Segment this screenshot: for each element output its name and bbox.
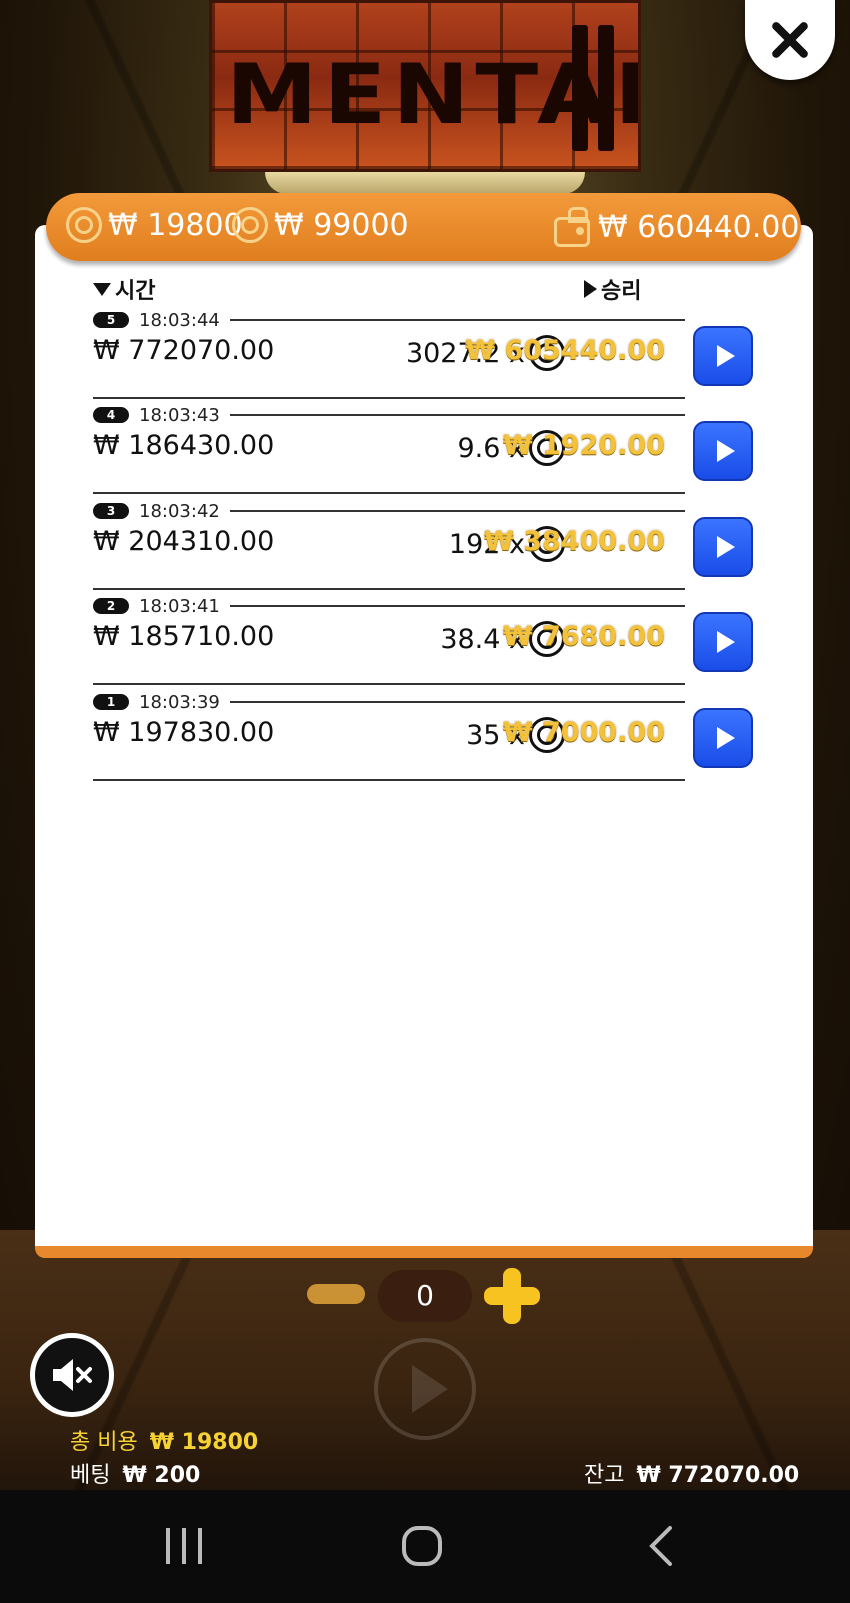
win-column-label: 승리 (601, 279, 642, 304)
row-bet: ₩ 197830.00 (93, 717, 275, 748)
speaker-muted-icon (53, 1359, 92, 1391)
replay-button[interactable] (693, 326, 753, 386)
replay-button[interactable] (693, 708, 753, 768)
history-row: 2 18:03:41 ₩ 185710.00 38.4 x ₩ 7680.00 (93, 595, 753, 691)
coin-icon (66, 207, 102, 243)
wallet-value: ₩ 660440.00 (598, 209, 800, 245)
history-row: 1 18:03:39 ₩ 197830.00 35 x ₩ 7000.00 (93, 691, 753, 787)
logo-bars (572, 25, 624, 155)
wallet-balance: ₩ 660440.00 (554, 207, 799, 247)
row-bet: ₩ 772070.00 (93, 335, 275, 366)
row-time: 18:03:43 (139, 404, 220, 426)
replay-button[interactable] (693, 517, 753, 577)
row-win: ₩ 605440.00 (465, 335, 665, 366)
total-cost: 총 비용 ₩ 19800 (70, 1424, 258, 1456)
time-column-label: 시간 (115, 279, 156, 304)
home-icon[interactable] (400, 1524, 444, 1568)
replay-button[interactable] (693, 612, 753, 672)
round-badge: 3 (93, 503, 129, 519)
spin-button[interactable] (374, 1338, 476, 1440)
balance-label: 잔고 (584, 1463, 625, 1488)
round-badge: 2 (93, 598, 129, 614)
row-win: ₩ 38400.00 (484, 526, 665, 557)
game-logo: MENTAL (209, 0, 641, 172)
sort-desc-icon (93, 282, 111, 296)
mute-button[interactable] (30, 1333, 114, 1417)
sort-win-header[interactable]: 승리 (584, 273, 641, 305)
row-bet: ₩ 186430.00 (93, 430, 275, 461)
bet-amount: 베팅 ₩ 200 (70, 1457, 200, 1489)
replay-button[interactable] (693, 421, 753, 481)
history-row: 5 18:03:44 ₩ 772070.00 3027.2 x ₩ 605440.… (93, 309, 753, 405)
increase-button[interactable] (484, 1268, 540, 1324)
row-time: 18:03:44 (139, 309, 220, 331)
history-row: 3 18:03:42 ₩ 204310.00 192 x ₩ 38400.00 (93, 500, 753, 596)
history-row: 4 18:03:43 ₩ 186430.00 9.6 x ₩ 1920.00 (93, 404, 753, 500)
close-button[interactable] (745, 0, 835, 80)
row-bet: ₩ 185710.00 (93, 621, 275, 652)
balance: 잔고 ₩ 772070.00 (584, 1457, 799, 1489)
row-time: 18:03:39 (139, 691, 220, 713)
coin2-balance: ₩ 99000 (232, 207, 409, 243)
decrease-button[interactable] (307, 1284, 365, 1304)
total-cost-value: ₩ 19800 (149, 1430, 259, 1455)
bet-value: ₩ 200 (122, 1463, 201, 1488)
wallet-icon (554, 207, 592, 247)
round-badge: 4 (93, 407, 129, 423)
bet-label: 베팅 (70, 1463, 111, 1488)
coin2-value: ₩ 99000 (274, 207, 409, 243)
recent-apps-icon[interactable] (162, 1526, 206, 1566)
back-icon[interactable] (646, 1524, 676, 1568)
row-win: ₩ 7000.00 (502, 717, 665, 748)
round-badge: 1 (93, 694, 129, 710)
play-small-icon (584, 280, 597, 298)
balance-value: ₩ 772070.00 (636, 1463, 800, 1488)
row-bet: ₩ 204310.00 (93, 526, 275, 557)
sort-time-header[interactable]: 시간 (93, 273, 155, 305)
ceiling-lamp (265, 172, 585, 194)
total-cost-label: 총 비용 (70, 1430, 138, 1455)
coin1-balance: ₩ 19800 (66, 207, 243, 243)
row-win: ₩ 7680.00 (502, 621, 665, 652)
coin-icon (232, 207, 268, 243)
row-time: 18:03:42 (139, 500, 220, 522)
balance-bar: ₩ 19800 ₩ 99000 ₩ 660440.00 (46, 193, 801, 261)
row-time: 18:03:41 (139, 595, 220, 617)
coin1-value: ₩ 19800 (108, 207, 243, 243)
count-display: 0 (378, 1270, 472, 1322)
close-icon (772, 22, 808, 58)
round-badge: 5 (93, 312, 129, 328)
system-nav-bar (0, 1490, 850, 1603)
row-win: ₩ 1920.00 (502, 430, 665, 461)
